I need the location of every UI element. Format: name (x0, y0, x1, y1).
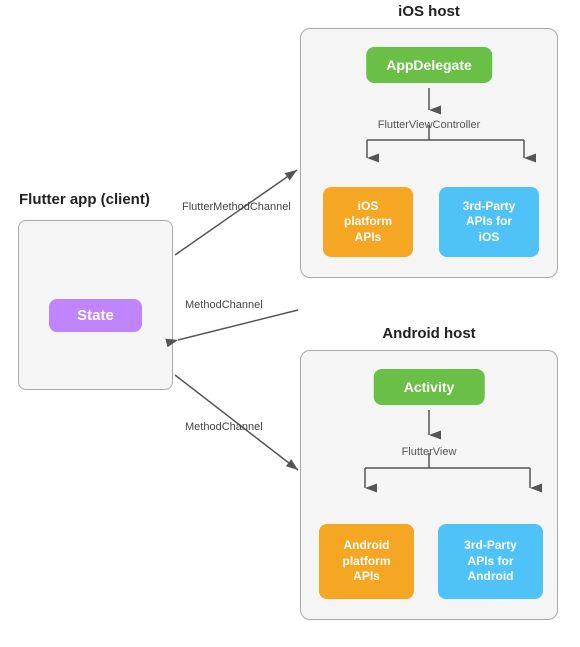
flutter-view-label: FlutterView (402, 446, 457, 458)
ios-apis-box: iOSplatformAPIs (323, 187, 413, 257)
android-apis-box: AndroidplatformAPIs (319, 524, 414, 599)
activity-box: Activity (374, 369, 485, 405)
ios-3rdparty-box: 3rd-PartyAPIs foriOS (439, 187, 539, 257)
app-delegate-box: AppDelegate (366, 47, 492, 83)
method-channel-android-label: MethodChannel (185, 421, 263, 433)
method-channel-ios-label: MethodChannel (185, 299, 263, 311)
android-3rdparty-box: 3rd-PartyAPIs forAndroid (438, 524, 543, 599)
android-host-label: Android host (382, 325, 475, 342)
flutter-method-channel-label: FlutterMethodChannel (182, 201, 291, 213)
flutter-client-box: Flutter app (client) State (18, 220, 173, 390)
android-host-box: Android host Activity FlutterView Androi… (300, 350, 558, 620)
flutter-view-controller-label: FlutterViewController (378, 119, 481, 131)
state-box: State (49, 299, 142, 332)
flutter-client-label: Flutter app (client) (19, 191, 150, 208)
ios-host-box: iOS host AppDelegate FlutterViewControll… (300, 28, 558, 278)
ios-host-label: iOS host (398, 3, 460, 20)
diagram-container: Flutter app (client) State iOS host AppD… (0, 0, 580, 647)
